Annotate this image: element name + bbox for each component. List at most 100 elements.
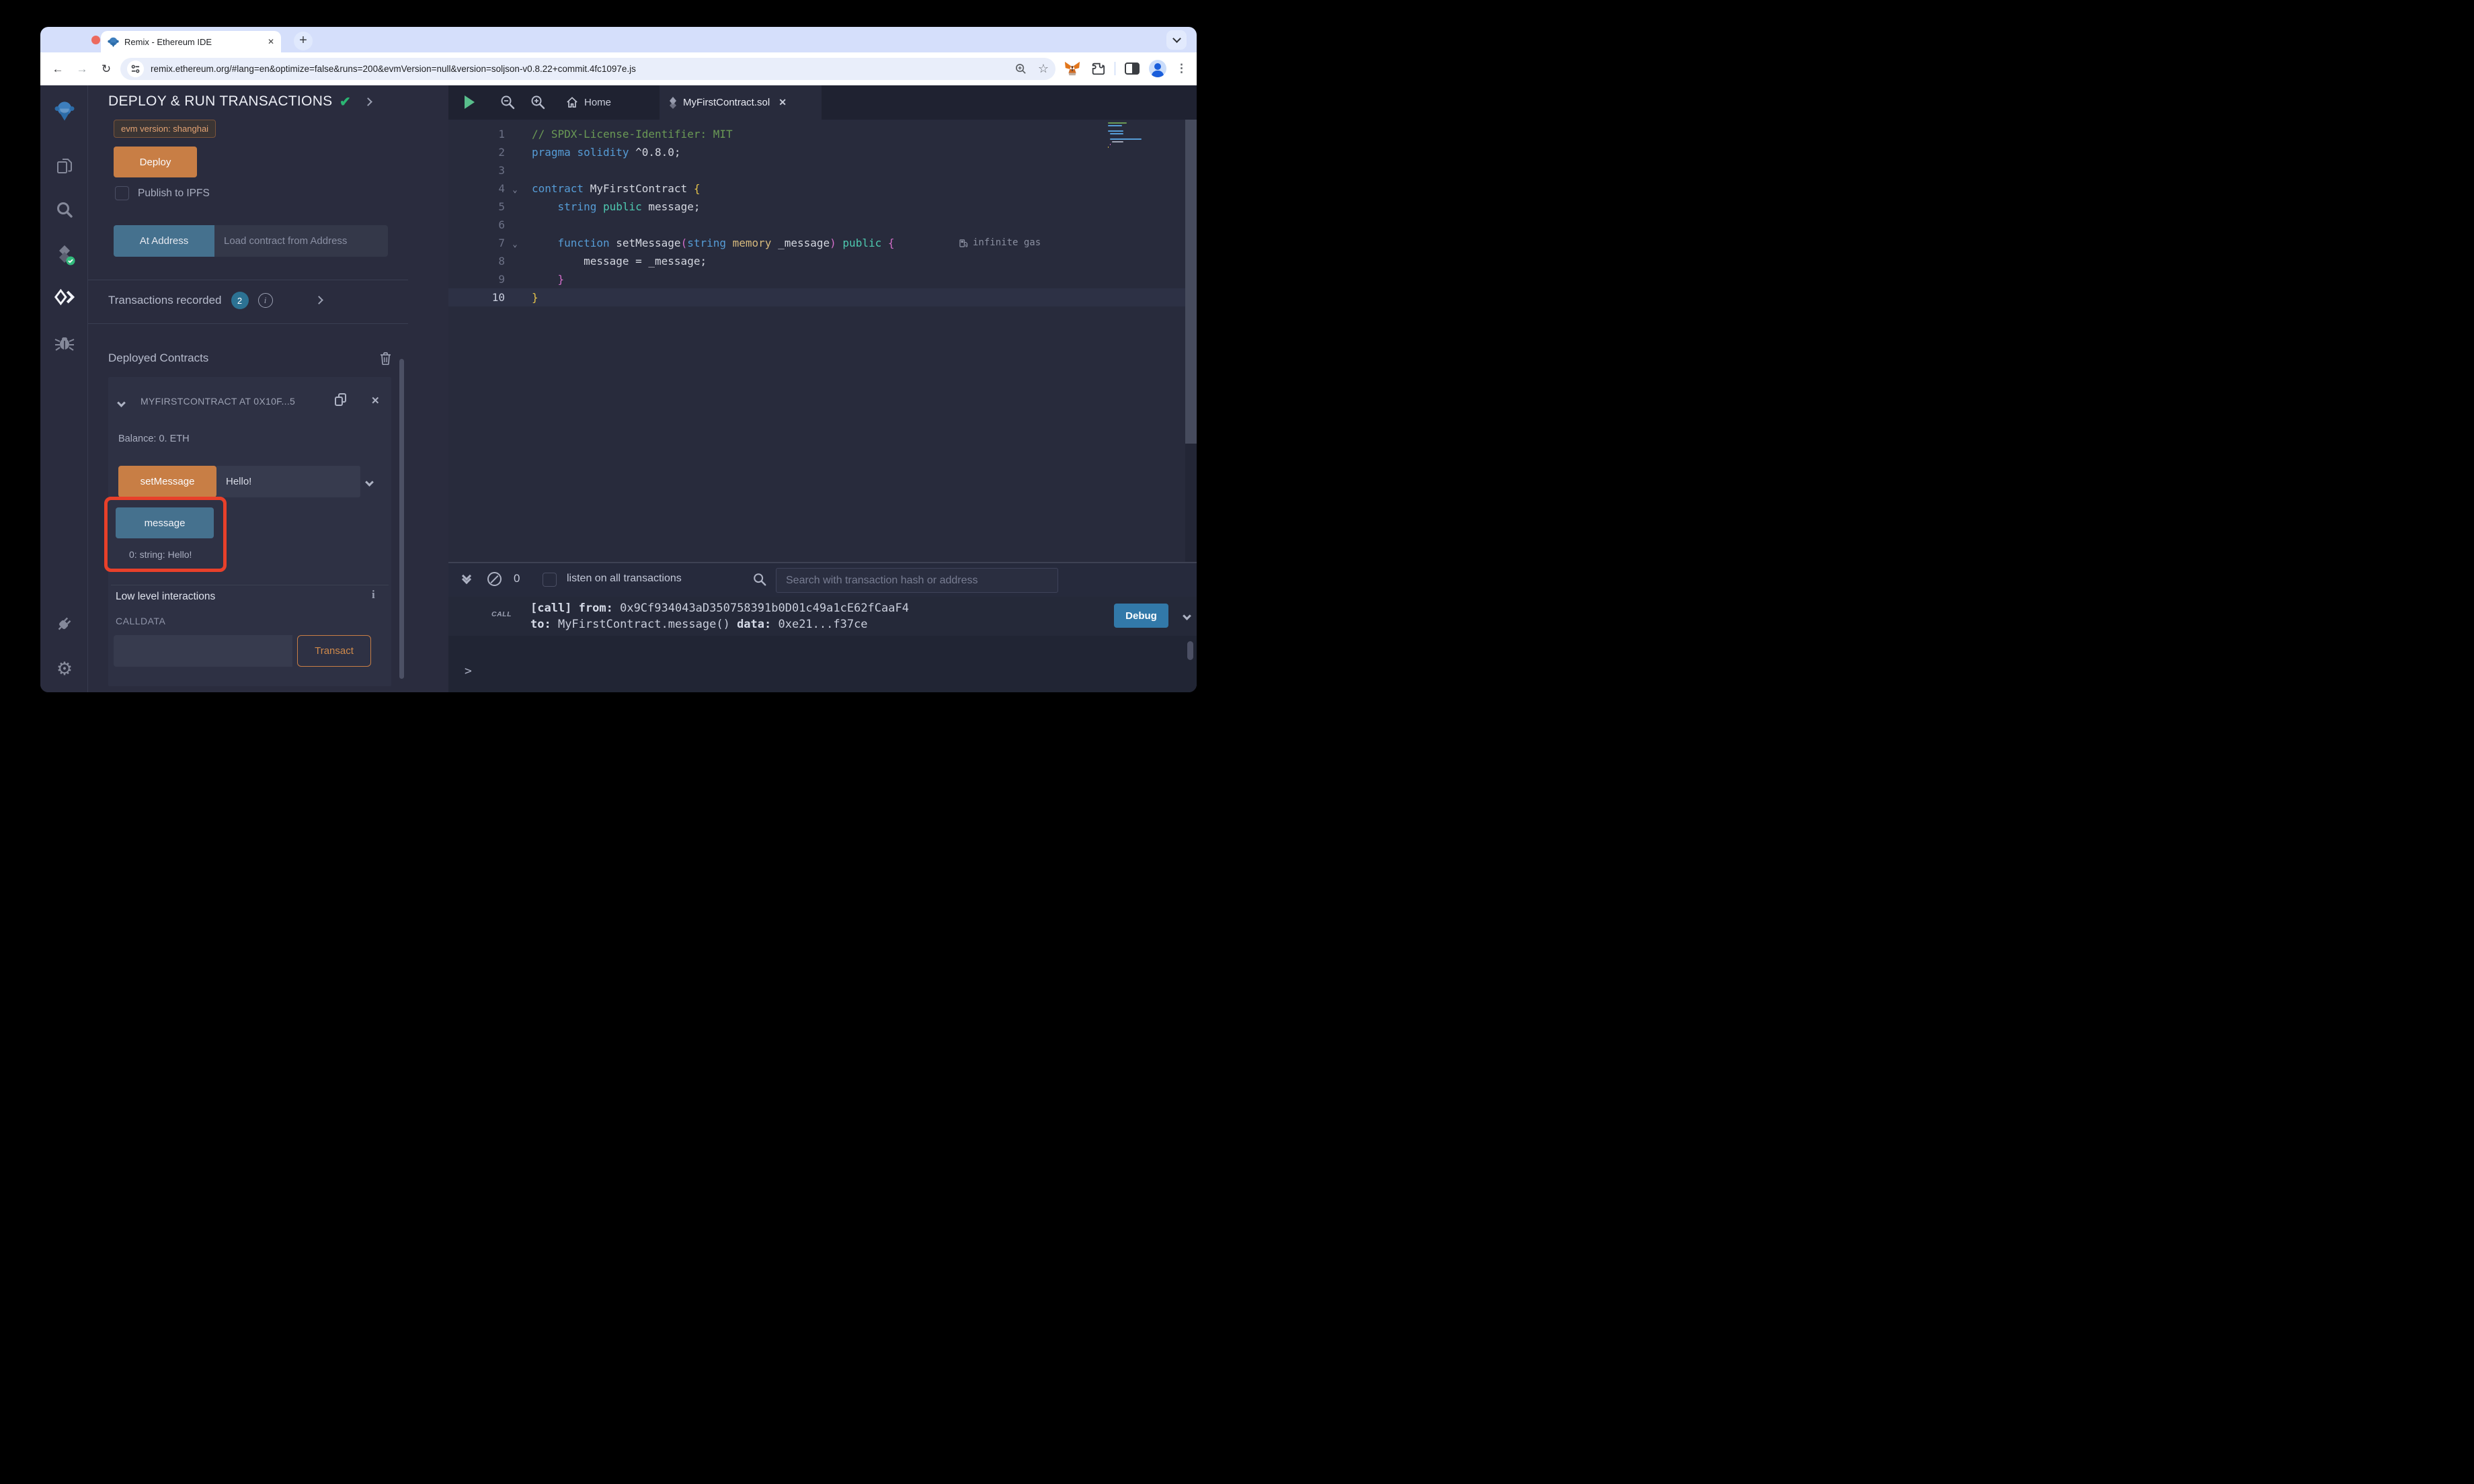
- file-explorer-icon[interactable]: [53, 155, 76, 177]
- remix-favicon-icon: [108, 36, 119, 48]
- debugger-icon[interactable]: [53, 331, 76, 354]
- deploy-button[interactable]: Deploy: [114, 147, 197, 177]
- minimap-line: [1110, 133, 1123, 134]
- zoom-icon[interactable]: [1014, 63, 1027, 75]
- code-line[interactable]: 10}: [448, 288, 1197, 306]
- code-line[interactable]: 6: [448, 216, 1197, 234]
- transactions-recorded-label: Transactions recorded: [108, 294, 222, 307]
- minimap-line: [1110, 144, 1111, 145]
- clear-console-icon[interactable]: [487, 572, 502, 586]
- editor-tab-bar: Home MyFirstContract.sol ✕: [448, 85, 1197, 120]
- line-number: 9: [448, 270, 505, 288]
- message-output: 0: string: Hello!: [129, 549, 192, 560]
- transactions-expand-icon[interactable]: [316, 294, 322, 306]
- metamask-icon[interactable]: [1064, 60, 1081, 77]
- remix-logo-icon[interactable]: [53, 99, 76, 122]
- code-lines: 1// SPDX-License-Identifier: MIT2pragma …: [448, 125, 1197, 306]
- log-expand-icon[interactable]: [1184, 610, 1190, 622]
- code-line[interactable]: 9 }: [448, 270, 1197, 288]
- publish-ipfs-label: Publish to IPFS: [138, 188, 210, 200]
- bookmark-icon[interactable]: ☆: [1038, 62, 1049, 76]
- set-message-expand-icon[interactable]: [366, 477, 372, 489]
- listen-label: listen on all transactions: [567, 573, 682, 585]
- run-script-icon[interactable]: [465, 95, 475, 109]
- browser-menu-icon[interactable]: ⋮: [1176, 62, 1187, 75]
- trash-icon[interactable]: [380, 352, 391, 365]
- terminal-prompt[interactable]: >: [465, 664, 472, 678]
- call-badge: CALL: [491, 610, 512, 618]
- code-line[interactable]: 5 string public message;: [448, 198, 1197, 216]
- tab-search-button[interactable]: [1166, 30, 1187, 50]
- search-icon[interactable]: [53, 198, 76, 221]
- code-editor[interactable]: 1// SPDX-License-Identifier: MIT2pragma …: [448, 120, 1197, 562]
- profile-avatar[interactable]: [1149, 60, 1166, 77]
- set-message-input[interactable]: [216, 466, 360, 497]
- editor-minimap[interactable]: [1108, 122, 1148, 149]
- debug-button[interactable]: Debug: [1114, 604, 1168, 628]
- terminal-search-icon: [752, 572, 767, 587]
- message-button[interactable]: message: [116, 507, 214, 538]
- code-line[interactable]: 7⌄ function setMessage(string memory _me…: [448, 234, 1197, 252]
- copy-address-icon[interactable]: [335, 393, 347, 407]
- panel-scrollbar[interactable]: [399, 359, 404, 679]
- fold-chevron-icon[interactable]: ⌄: [505, 235, 525, 253]
- close-file-tab-icon[interactable]: ✕: [779, 97, 787, 108]
- contract-collapse-icon[interactable]: [118, 397, 124, 409]
- tab-title: Remix - Ethereum IDE: [124, 37, 264, 47]
- at-address-button[interactable]: At Address: [114, 225, 214, 257]
- url-text[interactable]: remix.ethereum.org/#lang=en&optimize=fal…: [151, 64, 1008, 74]
- side-panel-icon[interactable]: [1125, 63, 1140, 75]
- contract-balance: Balance: 0. ETH: [118, 434, 190, 444]
- close-window-button[interactable]: [91, 36, 100, 44]
- remix-icon-bar: ⚙: [40, 85, 88, 692]
- solidity-compiler-icon[interactable]: [53, 243, 76, 266]
- line-number: 1: [448, 125, 505, 143]
- transactions-info-icon[interactable]: i: [258, 293, 273, 308]
- forward-button[interactable]: →: [70, 63, 94, 76]
- zoom-in-icon[interactable]: [530, 94, 546, 110]
- extensions-icon[interactable]: [1090, 61, 1105, 76]
- reload-button[interactable]: ↻: [94, 63, 118, 76]
- listen-checkbox[interactable]: [543, 573, 557, 587]
- plugin-manager-icon[interactable]: [53, 612, 76, 635]
- address-bar[interactable]: remix.ethereum.org/#lang=en&optimize=fal…: [120, 58, 1055, 80]
- solidity-file-icon: [669, 97, 677, 109]
- terminal-scrollbar-thumb[interactable]: [1187, 641, 1193, 660]
- close-tab-icon[interactable]: ✕: [268, 37, 274, 46]
- calldata-input[interactable]: [114, 635, 292, 667]
- panel-divider: [88, 323, 408, 324]
- panel-expand-icon[interactable]: [365, 96, 371, 108]
- code-line[interactable]: 2pragma solidity ^0.8.0;: [448, 143, 1197, 161]
- zoom-out-icon[interactable]: [500, 94, 516, 110]
- site-settings-icon[interactable]: [127, 60, 144, 77]
- contract-card-header[interactable]: MYFIRSTCONTRACT AT 0X10F...5 ✕: [108, 393, 391, 412]
- fold-chevron-icon[interactable]: ⌄: [505, 181, 525, 199]
- code-line[interactable]: 3: [448, 161, 1197, 179]
- remove-contract-icon[interactable]: ✕: [371, 395, 380, 407]
- at-address-input[interactable]: [214, 225, 388, 257]
- transact-button[interactable]: Transact: [297, 635, 371, 667]
- code-line[interactable]: 8 message = _message;: [448, 252, 1197, 270]
- terminal-search-input[interactable]: [776, 568, 1058, 593]
- back-button[interactable]: ←: [46, 63, 70, 76]
- low-level-info-icon[interactable]: i: [372, 588, 375, 602]
- tab-home[interactable]: Home: [558, 85, 619, 120]
- new-tab-button[interactable]: +: [294, 32, 313, 50]
- remix-app: ⚙ DEPLOY & RUN TRANSACTIONS ✔ evm versio…: [40, 85, 1197, 692]
- terminal-toolbar: 0 listen on all transactions: [448, 563, 1197, 597]
- log-entry[interactable]: CALL [call] from: 0x9Cf934043aD350758391…: [448, 597, 1197, 636]
- code-line[interactable]: 4⌄contract MyFirstContract {: [448, 179, 1197, 198]
- set-message-button[interactable]: setMessage: [118, 466, 216, 497]
- editor-scrollbar-thumb[interactable]: [1185, 120, 1197, 444]
- deploy-run-panel: DEPLOY & RUN TRANSACTIONS ✔ evm version:…: [88, 85, 448, 692]
- collapse-terminal-icon[interactable]: [463, 573, 470, 583]
- line-number: 6: [448, 216, 505, 234]
- browser-tab[interactable]: Remix - Ethereum IDE ✕: [101, 31, 281, 52]
- editor-scrollbar[interactable]: [1185, 120, 1197, 562]
- deploy-run-icon[interactable]: [53, 286, 76, 308]
- settings-icon[interactable]: ⚙: [53, 657, 76, 680]
- publish-ipfs-checkbox[interactable]: [115, 186, 129, 200]
- code-line[interactable]: 1// SPDX-License-Identifier: MIT: [448, 125, 1197, 143]
- line-number: 4: [448, 179, 505, 198]
- tab-file[interactable]: MyFirstContract.sol ✕: [660, 85, 822, 120]
